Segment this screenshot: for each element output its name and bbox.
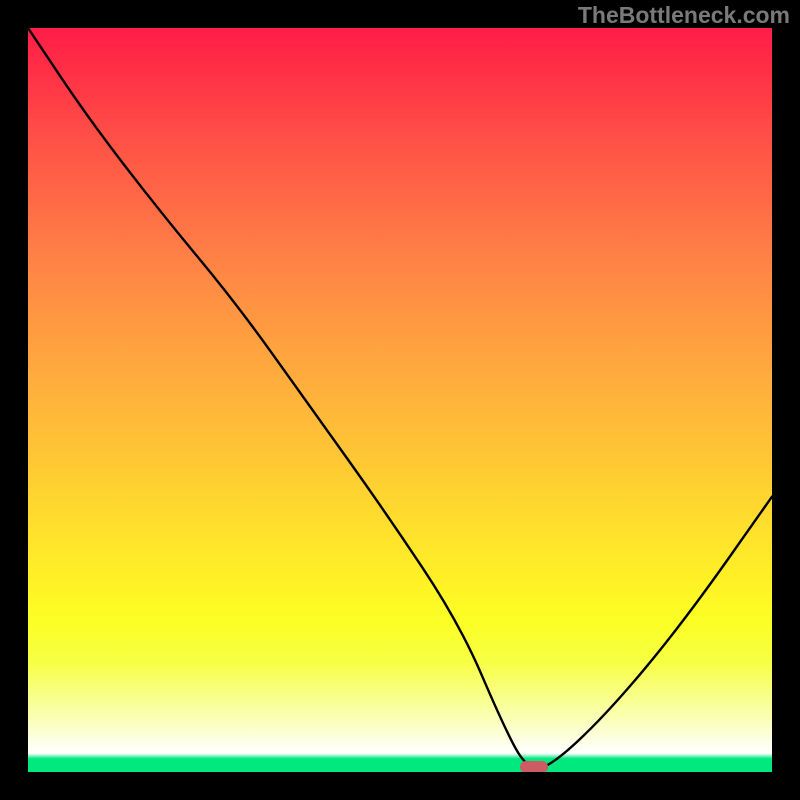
plot-area	[28, 28, 772, 772]
chart-container: TheBottleneck.com	[0, 0, 800, 800]
valley-marker	[520, 761, 548, 772]
curve-path	[28, 28, 772, 768]
bottleneck-curve	[28, 28, 772, 772]
watermark-text: TheBottleneck.com	[578, 2, 790, 29]
